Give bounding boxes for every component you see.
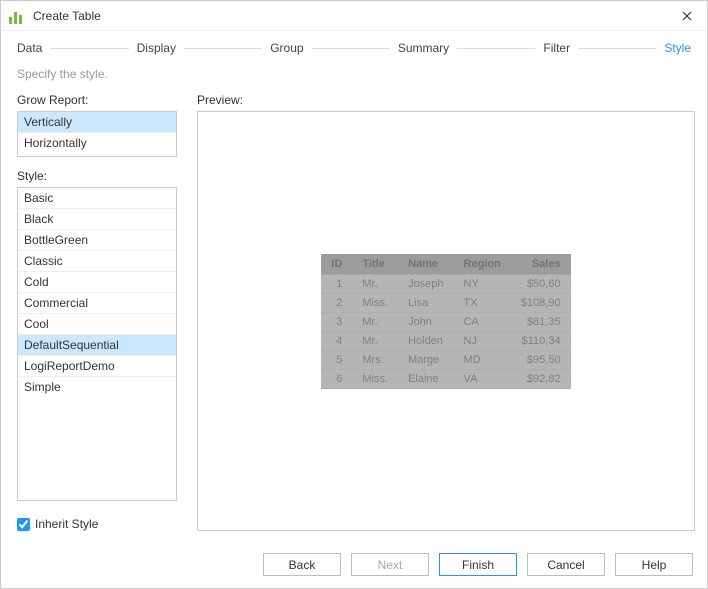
inherit-style-label: Inherit Style (35, 517, 98, 531)
cell-sales: $92,82 (511, 369, 571, 388)
create-table-dialog: Create Table Data Display Group Summary … (0, 0, 708, 589)
preview-table: ID Title Name Region Sales 1 Mr. Joseph (321, 254, 570, 389)
style-option-cool[interactable]: Cool (18, 314, 176, 335)
titlebar: Create Table (1, 1, 707, 31)
cell-name: Marge (398, 350, 453, 369)
step-divider (184, 48, 262, 49)
cell-title: Mr. (352, 274, 398, 293)
cell-sales: $50,60 (511, 274, 571, 293)
cell-sales: $81,35 (511, 312, 571, 331)
help-button[interactable]: Help (615, 553, 693, 576)
grow-listbox[interactable]: Vertically Horizontally (17, 111, 177, 157)
cell-region: NJ (454, 331, 511, 350)
step-filter[interactable]: Filter (543, 41, 570, 55)
cell-id: 2 (321, 293, 352, 312)
step-group[interactable]: Group (270, 41, 303, 55)
table-row: 6 Miss. Elaine VA $92,82 (321, 369, 570, 388)
cell-sales: $110,34 (511, 331, 571, 350)
step-style[interactable]: Style (664, 41, 691, 55)
cell-title: Miss. (352, 293, 398, 312)
cell-name: John (398, 312, 453, 331)
style-option-classic[interactable]: Classic (18, 251, 176, 272)
cell-region: CA (454, 312, 511, 331)
window-title: Create Table (33, 9, 675, 23)
table-row: 2 Miss. Lisa TX $108,90 (321, 293, 570, 312)
cell-id: 6 (321, 369, 352, 388)
cell-id: 4 (321, 331, 352, 350)
button-bar: Back Next Finish Cancel Help (1, 543, 707, 588)
table-row: 4 Mr. Holden NJ $110,34 (321, 331, 570, 350)
cell-region: VA (454, 369, 511, 388)
step-divider (50, 48, 128, 49)
style-option-defaultsequential[interactable]: DefaultSequential (18, 335, 176, 356)
table-row: 1 Mr. Joseph NY $50,60 (321, 274, 570, 293)
cell-name: Joseph (398, 274, 453, 293)
cell-id: 1 (321, 274, 352, 293)
grow-option-vertically[interactable]: Vertically (18, 112, 176, 133)
preview-label: Preview: (197, 93, 695, 107)
cell-name: Holden (398, 331, 453, 350)
cell-id: 3 (321, 312, 352, 331)
style-option-cold[interactable]: Cold (18, 272, 176, 293)
step-display[interactable]: Display (137, 41, 176, 55)
preview-col-sales: Sales (511, 254, 571, 275)
style-option-logireportdemo[interactable]: LogiReportDemo (18, 356, 176, 377)
style-label: Style: (17, 169, 177, 183)
cell-sales: $108,90 (511, 293, 571, 312)
preview-col-name: Name (398, 254, 453, 275)
inherit-style-row[interactable]: Inherit Style (17, 517, 177, 531)
finish-button[interactable]: Finish (439, 553, 517, 576)
cell-name: Lisa (398, 293, 453, 312)
preview-col-region: Region (454, 254, 511, 275)
app-icon (9, 8, 25, 24)
left-column: Grow Report: Vertically Horizontally Sty… (17, 93, 177, 531)
cell-sales: $95,50 (511, 350, 571, 369)
cell-title: Mr. (352, 312, 398, 331)
next-button: Next (351, 553, 429, 576)
step-data[interactable]: Data (17, 41, 42, 55)
step-divider (457, 48, 535, 49)
right-column: Preview: ID Title Name Region Sales (197, 93, 695, 531)
inherit-style-checkbox[interactable] (17, 518, 30, 531)
close-icon[interactable] (675, 4, 699, 28)
cell-region: NY (454, 274, 511, 293)
wizard-steps: Data Display Group Summary Filter Style (1, 31, 707, 63)
grow-label: Grow Report: (17, 93, 177, 107)
preview-header-row: ID Title Name Region Sales (321, 254, 570, 275)
style-option-basic[interactable]: Basic (18, 188, 176, 209)
cell-title: Mr. (352, 331, 398, 350)
step-divider (312, 48, 390, 49)
style-listbox[interactable]: Basic Black BottleGreen Classic Cold Com… (17, 187, 177, 501)
cell-title: Mrs. (352, 350, 398, 369)
cell-name: Elaine (398, 369, 453, 388)
main-area: Grow Report: Vertically Horizontally Sty… (1, 93, 707, 543)
cancel-button[interactable]: Cancel (527, 553, 605, 576)
preview-col-title: Title (352, 254, 398, 275)
cell-id: 5 (321, 350, 352, 369)
table-row: 3 Mr. John CA $81,35 (321, 312, 570, 331)
grow-option-horizontally[interactable]: Horizontally (18, 133, 176, 153)
preview-box: ID Title Name Region Sales 1 Mr. Joseph (197, 111, 695, 531)
table-row: 5 Mrs. Marge MD $95,50 (321, 350, 570, 369)
cell-title: Miss. (352, 369, 398, 388)
cell-region: MD (454, 350, 511, 369)
step-divider (578, 48, 656, 49)
style-option-commercial[interactable]: Commercial (18, 293, 176, 314)
preview-col-id: ID (321, 254, 352, 275)
wizard-subtitle: Specify the style. (1, 63, 707, 93)
cell-region: TX (454, 293, 511, 312)
back-button[interactable]: Back (263, 553, 341, 576)
style-option-black[interactable]: Black (18, 209, 176, 230)
style-option-bottlegreen[interactable]: BottleGreen (18, 230, 176, 251)
style-option-simple[interactable]: Simple (18, 377, 176, 397)
step-summary[interactable]: Summary (398, 41, 449, 55)
